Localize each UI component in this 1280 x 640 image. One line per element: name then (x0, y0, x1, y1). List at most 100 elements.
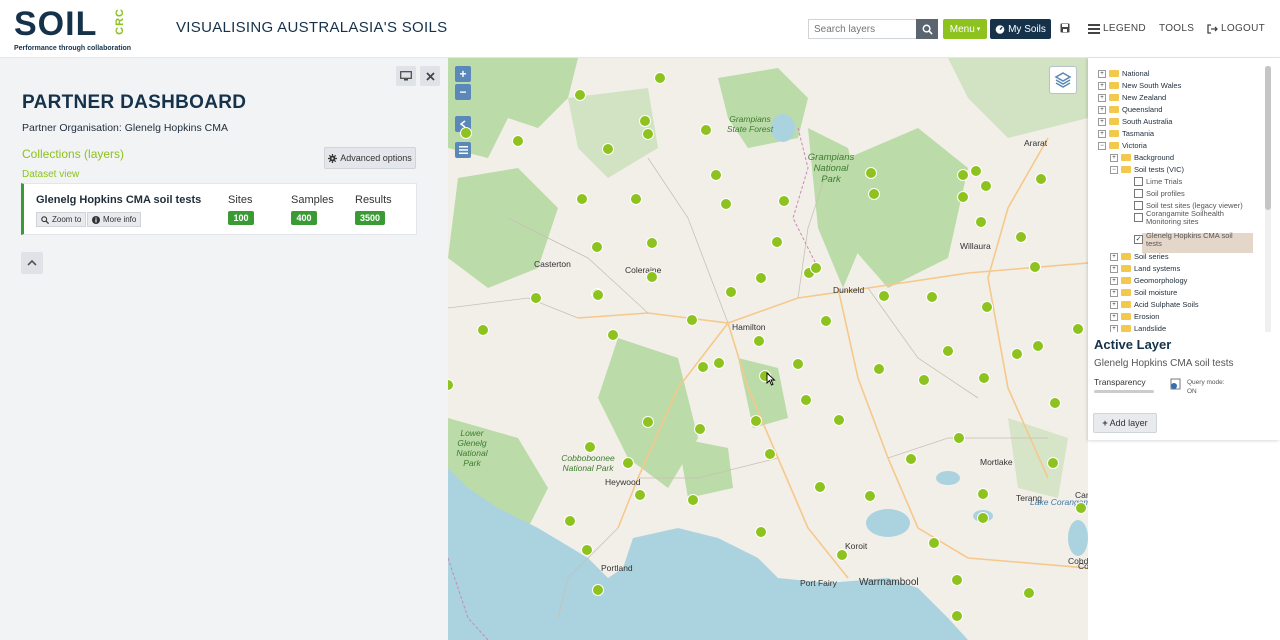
soil-test-site-marker[interactable] (981, 301, 993, 313)
soil-test-site-marker[interactable] (1075, 502, 1087, 514)
soil-test-site-marker[interactable] (833, 414, 845, 426)
zoom-out-button[interactable]: − (455, 84, 471, 100)
soil-test-site-marker[interactable] (753, 335, 765, 347)
tree-item[interactable]: + Background (1110, 152, 1174, 163)
soil-test-site-marker[interactable] (1029, 261, 1041, 273)
expand-icon[interactable]: + (1098, 93, 1106, 102)
soil-test-site-marker[interactable] (820, 315, 832, 327)
layer-checkbox[interactable] (1134, 201, 1143, 210)
soil-test-site-marker[interactable] (755, 526, 767, 538)
soil-test-site-marker[interactable] (530, 292, 542, 304)
soil-test-site-marker[interactable] (639, 115, 651, 127)
soil-test-site-marker[interactable] (1035, 173, 1047, 185)
soil-test-site-marker[interactable] (978, 372, 990, 384)
soil-test-site-marker[interactable] (1049, 397, 1061, 409)
tree-item[interactable]: + Land systems (1110, 263, 1180, 274)
expand-icon[interactable]: + (1098, 129, 1106, 138)
expand-icon[interactable]: + (1098, 117, 1106, 126)
soil-test-site-marker[interactable] (512, 135, 524, 147)
soil-test-site-marker[interactable] (687, 494, 699, 506)
soil-test-site-marker[interactable] (1047, 457, 1059, 469)
soil-test-site-marker[interactable] (755, 272, 767, 284)
soil-test-site-marker[interactable] (654, 72, 666, 84)
search-layers-input[interactable] (808, 19, 916, 39)
collapse-button[interactable] (21, 252, 43, 274)
soil-test-site-marker[interactable] (697, 361, 709, 373)
soil-test-site-marker[interactable] (574, 89, 586, 101)
map-view[interactable]: + − Ararat Willaura Casterton Coleraine … (448, 58, 1088, 640)
tree-item[interactable]: Soil profiles (1134, 188, 1250, 199)
tree-item[interactable]: + Landslide (1110, 323, 1166, 332)
soil-test-site-marker[interactable] (951, 610, 963, 622)
expand-icon[interactable]: + (1110, 153, 1118, 162)
tree-item[interactable]: Corangamite Soilhealth Monitoring sites (1134, 209, 1250, 225)
soil-test-site-marker[interactable] (477, 324, 489, 336)
layer-checkbox[interactable] (1134, 213, 1143, 222)
expand-icon[interactable]: + (1110, 288, 1118, 297)
expand-icon[interactable]: + (1098, 69, 1106, 78)
tree-item[interactable]: − Soil tests (VIC) (1110, 164, 1184, 175)
soil-test-site-marker[interactable] (592, 584, 604, 596)
soil-test-site-marker[interactable] (622, 457, 634, 469)
soil-test-site-marker[interactable] (1023, 587, 1035, 599)
soil-test-site-marker[interactable] (905, 453, 917, 465)
expand-icon[interactable]: + (1110, 252, 1118, 261)
soil-test-site-marker[interactable] (864, 490, 876, 502)
soil-test-site-marker[interactable] (634, 489, 646, 501)
tree-item[interactable]: + Erosion (1110, 311, 1159, 322)
tools-link[interactable]: TOOLS (1159, 23, 1194, 34)
my-soils-button[interactable]: My Soils (990, 19, 1051, 39)
soil-test-site-marker[interactable] (1015, 231, 1027, 243)
soil-test-site-marker[interactable] (607, 329, 619, 341)
soil-test-site-marker[interactable] (868, 188, 880, 200)
list-view-button[interactable] (455, 142, 471, 158)
soil-test-site-marker[interactable] (1032, 340, 1044, 352)
soil-test-site-marker[interactable] (713, 357, 725, 369)
search-button[interactable] (916, 19, 938, 39)
tree-item[interactable]: + Soil series (1110, 251, 1169, 262)
soil-test-site-marker[interactable] (1011, 348, 1023, 360)
expand-icon[interactable]: + (1098, 81, 1106, 90)
expand-icon[interactable]: + (1110, 312, 1118, 321)
soil-test-site-marker[interactable] (646, 271, 658, 283)
soil-test-site-marker[interactable] (720, 198, 732, 210)
tree-item[interactable]: ✓ Glenelg Hopkins CMA soil tests (1134, 231, 1250, 247)
logout-link[interactable]: LOGOUT (1207, 23, 1265, 34)
soil-test-site-marker[interactable] (771, 236, 783, 248)
soil-test-site-marker[interactable] (957, 169, 969, 181)
tree-item[interactable]: + South Australia (1098, 116, 1172, 127)
soil-test-site-marker[interactable] (942, 345, 954, 357)
soil-test-site-marker[interactable] (800, 394, 812, 406)
tree-item[interactable]: + Acid Sulphate Soils (1110, 299, 1199, 310)
soil-test-site-marker[interactable] (878, 290, 890, 302)
expand-icon[interactable]: + (1110, 324, 1118, 332)
soil-test-site-marker[interactable] (710, 169, 722, 181)
soil-test-site-marker[interactable] (576, 193, 588, 205)
soil-test-site-marker[interactable] (951, 574, 963, 586)
layers-control-button[interactable] (1049, 66, 1077, 94)
layer-checkbox[interactable]: ✓ (1134, 235, 1143, 244)
zoom-in-button[interactable]: + (455, 66, 471, 82)
soil-test-site-marker[interactable] (970, 165, 982, 177)
soil-test-site-marker[interactable] (980, 180, 992, 192)
tree-item[interactable]: Lime Trials (1134, 176, 1250, 187)
collapse-icon[interactable]: − (1098, 141, 1106, 150)
zoom-to-button[interactable]: Zoom to (36, 212, 87, 227)
tree-item[interactable]: + National (1098, 68, 1150, 79)
soil-test-site-marker[interactable] (865, 167, 877, 179)
soil-test-site-marker[interactable] (646, 237, 658, 249)
soil-test-site-marker[interactable] (977, 512, 989, 524)
add-layer-button[interactable]: + Add layer (1093, 413, 1157, 433)
soil-test-site-marker[interactable] (926, 291, 938, 303)
soil-test-site-marker[interactable] (928, 537, 940, 549)
soil-test-site-marker[interactable] (592, 289, 604, 301)
layer-tree-scrollbar[interactable] (1265, 66, 1271, 332)
expand-icon[interactable]: + (1098, 105, 1106, 114)
save-icon[interactable] (1060, 23, 1070, 33)
soil-test-site-marker[interactable] (957, 191, 969, 203)
scroll-thumb[interactable] (1265, 66, 1271, 210)
soil-test-site-marker[interactable] (564, 515, 576, 527)
layer-checkbox[interactable] (1134, 189, 1143, 198)
soil-test-site-marker[interactable] (873, 363, 885, 375)
tree-item[interactable]: + Queensland (1098, 104, 1162, 115)
